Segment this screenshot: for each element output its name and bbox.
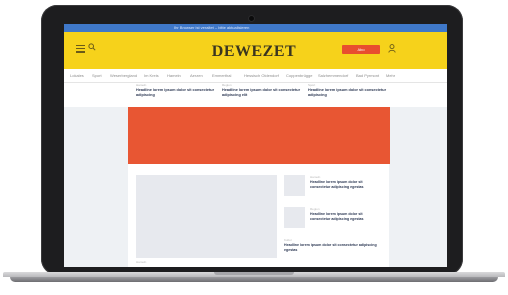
article-headline: Headline lorem ipsum dolor sit consectet… xyxy=(284,243,377,252)
nav-item[interactable]: Emmerthal xyxy=(212,73,231,78)
browser-update-banner[interactable]: Ihr Browser ist veraltet – bitte aktuali… xyxy=(64,24,447,32)
main-navigation: Lokales Sport Weserbergland Im Kreis Ham… xyxy=(64,69,447,83)
subscribe-button[interactable]: Abo xyxy=(342,45,380,54)
brand-logo[interactable]: DEWEZET xyxy=(189,43,319,61)
nav-item[interactable]: Im Kreis xyxy=(144,73,159,78)
search-icon[interactable] xyxy=(88,43,96,51)
side-article[interactable]: Region Headline lorem ipsum dolor sit co… xyxy=(310,207,382,221)
teaser-card[interactable]: Region Headline lorem ipsum dolor sit co… xyxy=(222,83,318,98)
nav-item[interactable]: Sport xyxy=(92,73,102,78)
article-headline: Headline lorem ipsum dolor sit consectet… xyxy=(310,180,364,189)
nav-item[interactable]: Salzhemmendorf xyxy=(318,73,348,78)
hamburger-menu-icon[interactable] xyxy=(76,45,85,53)
laptop-base xyxy=(0,272,508,284)
article-thumbnail[interactable] xyxy=(284,175,305,196)
teaser-card[interactable]: Hameln Headline lorem ipsum dolor sit co… xyxy=(136,83,232,98)
camera-icon xyxy=(249,16,254,21)
nav-item[interactable]: Lokales xyxy=(70,73,84,78)
left-gutter xyxy=(64,107,128,267)
user-icon[interactable] xyxy=(388,44,396,53)
nav-item[interactable]: Aerzen xyxy=(190,73,203,78)
banner-text: Ihr Browser ist veraltet – bitte aktuali… xyxy=(174,25,250,30)
feature-kicker: Hameln xyxy=(136,260,147,264)
article-headline: Headline lorem ipsum dolor sit consectet… xyxy=(310,212,364,221)
laptop-device: Ihr Browser ist veraltet – bitte aktuali… xyxy=(0,0,508,295)
side-article[interactable]: Kultur Headline lorem ipsum dolor sit co… xyxy=(284,238,384,252)
side-article[interactable]: Hameln Headline lorem ipsum dolor sit co… xyxy=(310,175,382,189)
teaser-strip: Hameln Headline lorem ipsum dolor sit co… xyxy=(64,83,447,107)
nav-item[interactable]: Coppenbrügge xyxy=(286,73,312,78)
laptop-screen: Ihr Browser ist veraltet – bitte aktuali… xyxy=(64,24,447,267)
teaser-headline: Headline lorem ipsum dolor sit consectet… xyxy=(222,88,301,97)
nav-item[interactable]: Bad Pyrmont xyxy=(356,73,379,78)
nav-item[interactable]: Weserbergland xyxy=(110,73,137,78)
nav-item[interactable]: Hessisch Oldendorf xyxy=(244,73,279,78)
trackpad-notch xyxy=(214,272,294,275)
article-thumbnail[interactable] xyxy=(284,207,305,228)
right-gutter xyxy=(389,107,447,267)
teaser-headline: Headline lorem ipsum dolor sit consectet… xyxy=(136,88,215,97)
teaser-headline: Headline lorem ipsum dolor sit consectet… xyxy=(308,88,387,97)
ad-banner[interactable] xyxy=(128,107,390,164)
nav-item[interactable]: Hameln xyxy=(167,73,181,78)
feature-image-placeholder[interactable] xyxy=(136,175,277,258)
teaser-card[interactable]: Sport Headline lorem ipsum dolor sit con… xyxy=(308,83,404,98)
nav-item[interactable]: Mehr xyxy=(386,73,395,78)
